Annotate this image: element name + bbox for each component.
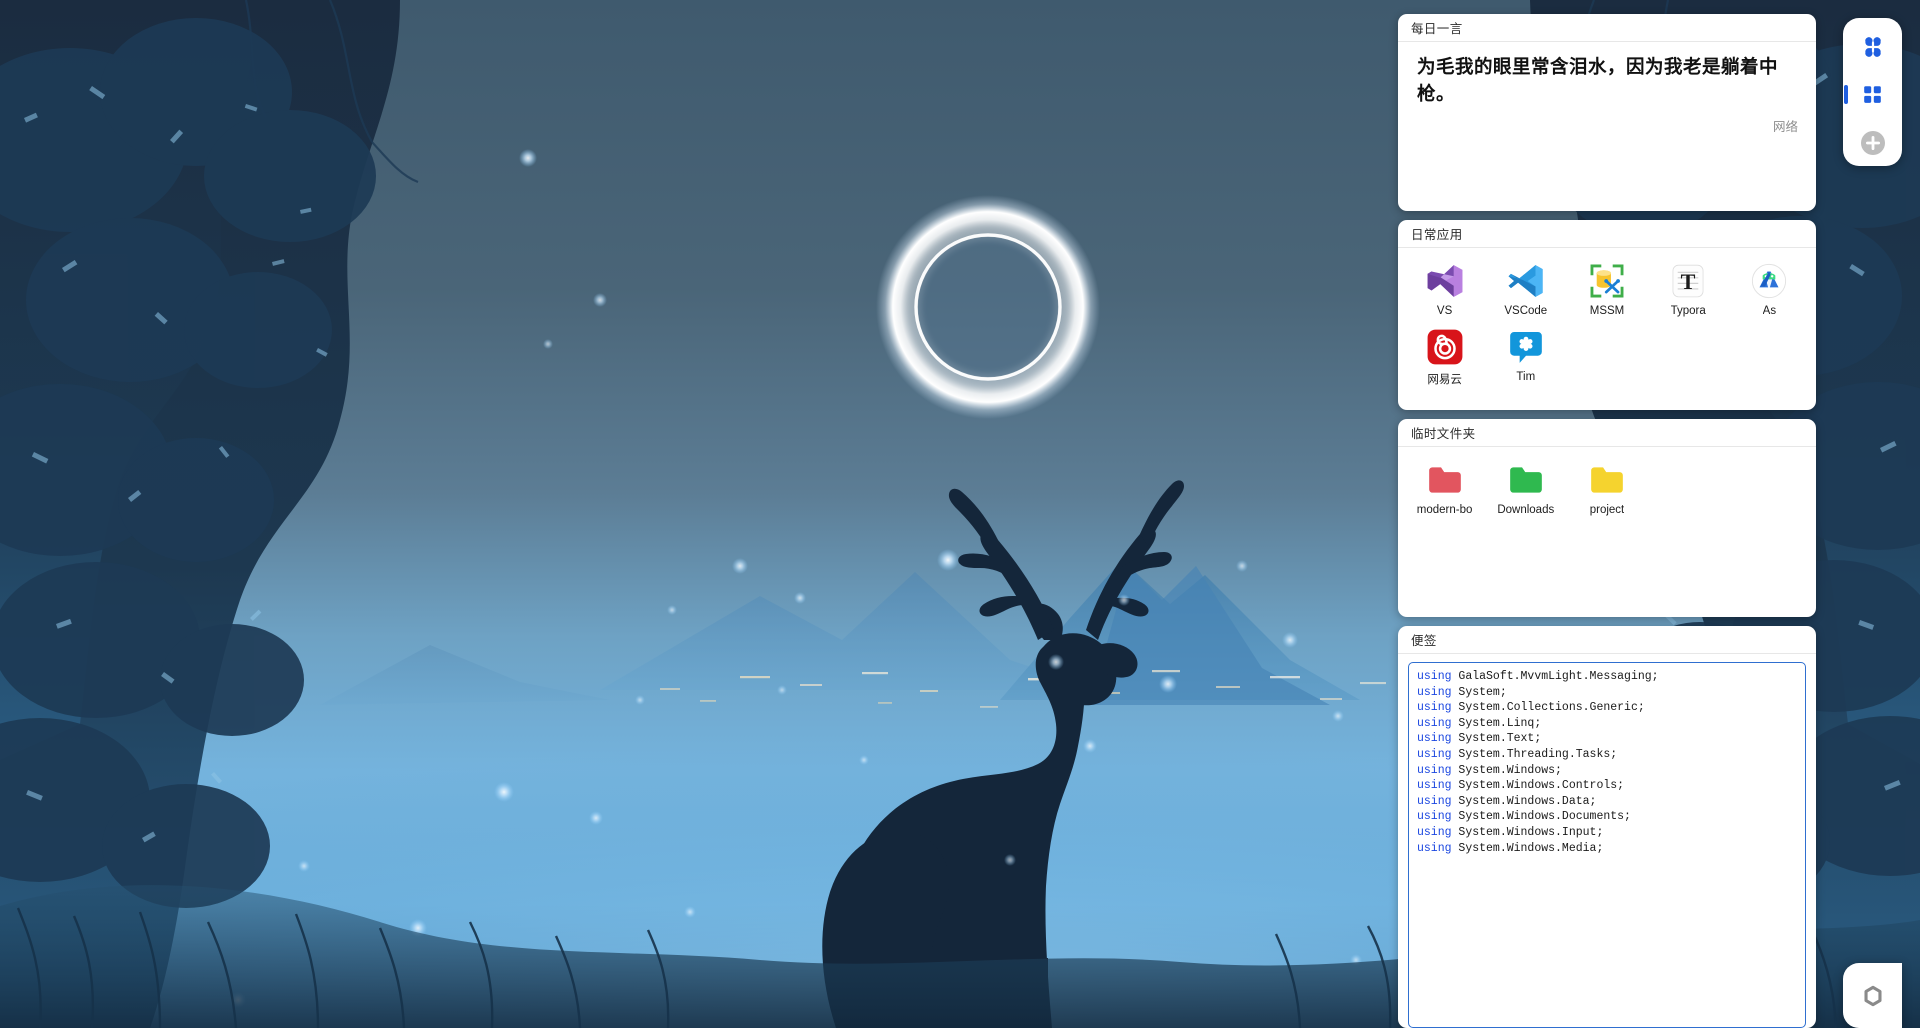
code-keyword: using — [1417, 779, 1452, 793]
app-item-vscode[interactable]: VSCode — [1485, 258, 1566, 319]
grid-icon — [1864, 86, 1881, 103]
code-text: GalaSoft.MvvmLight.Messaging; — [1451, 670, 1659, 683]
code-text: System.Collections.Generic; — [1451, 701, 1645, 715]
code-text: System.Text; — [1451, 732, 1542, 746]
folder-icon — [1428, 467, 1461, 493]
daily-apps-title: 日常应用 — [1398, 220, 1816, 248]
code-keyword: using — [1417, 732, 1452, 746]
app-label: MSSM — [1589, 305, 1625, 317]
app-item-mssm[interactable]: MSSM — [1566, 258, 1647, 319]
code-line: using System; — [1417, 685, 1797, 701]
code-keyword: using — [1417, 810, 1452, 824]
sql-server-management-studio-icon — [1590, 264, 1624, 298]
dock-button-add[interactable] — [1857, 127, 1888, 158]
gear-icon — [1863, 985, 1882, 1006]
code-text: System.Windows.Media; — [1451, 841, 1604, 855]
code-line: using GalaSoft.MvvmLight.Messaging; — [1417, 669, 1797, 685]
visual-studio-icon — [1427, 265, 1463, 297]
code-line: using System.Windows.Documents; — [1417, 809, 1797, 825]
notes-code-editor[interactable]: using GalaSoft.MvvmLight.Messaging; using… — [1408, 662, 1806, 1028]
code-keyword: using — [1417, 794, 1452, 808]
code-text: System.Windows.Data; — [1451, 794, 1597, 808]
code-line: using System.Windows.Media; — [1417, 841, 1797, 857]
code-keyword: using — [1417, 763, 1452, 777]
code-line: using System.Collections.Generic; — [1417, 700, 1797, 716]
netease-music-icon — [1427, 329, 1463, 365]
code-line: using System.Windows.Input; — [1417, 825, 1797, 841]
folder-icon-grid: modern-bo Downloads project — [1398, 447, 1816, 518]
app-item-netease-music[interactable]: 网易云 — [1404, 324, 1485, 389]
code-line: using System.Windows.Controls; — [1417, 778, 1797, 794]
code-keyword: using — [1417, 685, 1452, 699]
app-label: 网易云 — [1427, 374, 1462, 386]
code-line: using System.Threading.Tasks; — [1417, 747, 1797, 763]
dock-button-clover[interactable] — [1857, 31, 1888, 62]
code-text: System.Windows.Input; — [1451, 825, 1604, 839]
code-text: System.Windows.Documents; — [1451, 810, 1631, 824]
app-item-vs[interactable]: VS — [1404, 258, 1485, 319]
quote-source: 网络 — [1772, 120, 1798, 134]
folder-item-modern-bo[interactable]: modern-bo — [1404, 457, 1485, 518]
notes-title: 便签 — [1398, 626, 1816, 654]
dock-button-grid[interactable] — [1844, 79, 1888, 110]
clover-icon — [1864, 36, 1881, 57]
app-label: As — [1762, 305, 1777, 317]
code-text: System.Threading.Tasks; — [1451, 747, 1618, 761]
folder-icon — [1509, 467, 1542, 493]
daily-quote-body: 为毛我的眼里常含泪水，因为我老是躺着中枪。 网络 — [1398, 42, 1816, 211]
vscode-icon — [1508, 265, 1543, 297]
folder-item-project[interactable]: project — [1566, 457, 1647, 518]
app-label: VSCode — [1504, 305, 1548, 317]
app-label: Typora — [1670, 305, 1706, 317]
code-line: using System.Linq; — [1417, 716, 1797, 732]
add-icon — [1860, 130, 1885, 155]
code-text: System.Windows.Controls; — [1451, 779, 1625, 793]
daily-apps-body: VS VSCode MSSM T Typora As 网易云 Tim — [1398, 248, 1816, 410]
notes-body: using GalaSoft.MvvmLight.Messaging; using… — [1398, 654, 1816, 1028]
code-line: using System.Text; — [1417, 731, 1797, 747]
folder-label: project — [1589, 504, 1625, 516]
code-text: System; — [1451, 685, 1507, 699]
code-line: using System.Windows; — [1417, 763, 1797, 779]
app-item-typora[interactable]: T Typora — [1648, 258, 1729, 319]
active-indicator — [1844, 85, 1848, 104]
folder-item-downloads[interactable]: Downloads — [1485, 457, 1566, 518]
temp-folders-body: modern-bo Downloads project — [1398, 447, 1816, 617]
folder-icon — [1591, 467, 1623, 493]
android-studio-icon — [1752, 263, 1787, 299]
daily-apps-card: 日常应用 VS VSCode MSSM T Typora As 网易云 Tim — [1398, 220, 1816, 410]
code-keyword: using — [1417, 841, 1452, 855]
code-line: using System.Windows.Data; — [1417, 794, 1797, 810]
code-keyword: using — [1417, 716, 1452, 730]
daily-quote-title: 每日一言 — [1398, 14, 1816, 42]
app-item-android-studio[interactable]: As — [1729, 258, 1810, 319]
code-keyword: using — [1417, 747, 1452, 761]
notes-card: 便签 using GalaSoft.MvvmLight.Messaging; us… — [1398, 626, 1816, 1028]
app-label: VS — [1436, 305, 1453, 317]
app-item-tim[interactable]: Tim — [1485, 324, 1566, 389]
code-text: System.Linq; — [1451, 716, 1542, 730]
typora-icon: T — [1672, 264, 1704, 298]
code-keyword: using — [1417, 825, 1452, 839]
daily-quote-card: 每日一言 为毛我的眼里常含泪水，因为我老是躺着中枪。 网络 — [1398, 14, 1816, 211]
code-text: System.Windows; — [1451, 763, 1562, 777]
tim-icon — [1509, 331, 1542, 363]
code-keyword: using — [1417, 701, 1452, 715]
temp-folders-title: 临时文件夹 — [1398, 419, 1816, 447]
quote-text: 为毛我的眼里常含泪水，因为我老是躺着中枪。 — [1417, 58, 1779, 106]
app-label: Tim — [1516, 371, 1536, 383]
widget-column: 每日一言 为毛我的眼里常含泪水，因为我老是躺着中枪。 网络 日常应用 VS VS… — [1398, 14, 1816, 1028]
code-keyword: using — [1417, 670, 1452, 683]
folder-label: Downloads — [1497, 504, 1555, 516]
dock-settings-button[interactable] — [1843, 963, 1902, 1028]
app-icon-grid: VS VSCode MSSM T Typora As 网易云 Tim — [1398, 248, 1816, 389]
temp-folders-card: 临时文件夹 modern-bo Downloads project — [1398, 419, 1816, 617]
svg-text:T: T — [1681, 269, 1696, 294]
folder-label: modern-bo — [1416, 504, 1473, 516]
dock-rail — [1843, 18, 1902, 166]
